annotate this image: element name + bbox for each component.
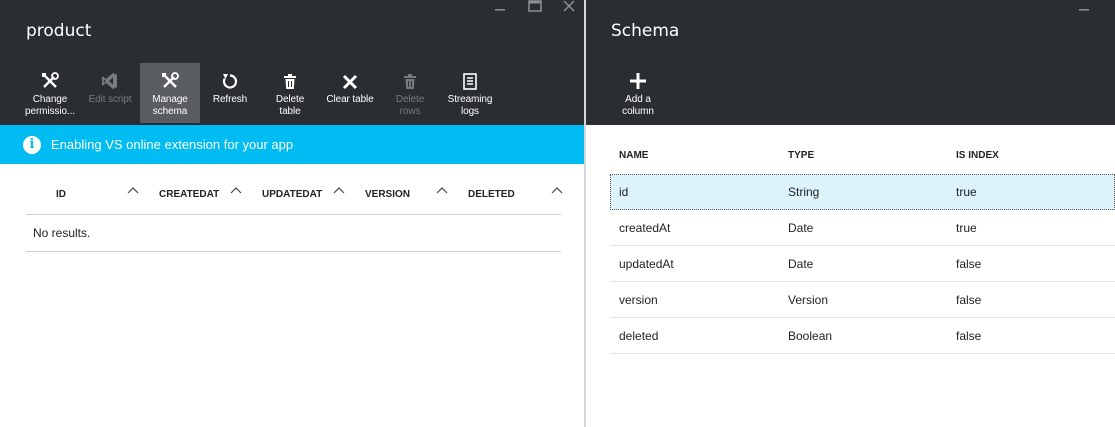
command-label: Delete (275, 94, 305, 105)
command-label: permissio... (25, 106, 75, 117)
cell-is-index: false (956, 329, 982, 343)
visual-studio-icon (98, 63, 122, 91)
table-row[interactable]: updatedAt Date false (610, 246, 1115, 282)
trash-icon (278, 63, 302, 91)
schema-table: NAME TYPE IS INDEX id String true create… (610, 137, 1115, 354)
data-grid: ID CREATEDAT UPDATEDAT VERSION DELETED N… (26, 176, 563, 252)
blade-title: product (26, 21, 92, 41)
info-icon: i (23, 135, 41, 154)
command-bar: Add a column (608, 63, 668, 123)
grid-header-row: ID CREATEDAT UPDATEDAT VERSION DELETED (26, 176, 563, 215)
column-header-label: VERSION (365, 189, 411, 200)
cell-type: String (788, 185, 820, 199)
empty-results-text: No results. (26, 215, 561, 252)
cell-name: version (619, 293, 658, 307)
tools-icon (38, 63, 62, 91)
column-header-deleted[interactable]: DELETED (438, 176, 563, 215)
column-header-createdat[interactable]: CREATEDAT (129, 176, 242, 215)
minimize-icon[interactable] (490, 0, 510, 16)
cell-name: id (619, 185, 629, 199)
command-label: Edit script (88, 94, 132, 105)
cell-type: Date (788, 221, 814, 235)
product-blade: product Changepermissio... Edit script (0, 0, 584, 427)
tools-icon (158, 63, 182, 91)
command-label: Refresh (212, 94, 248, 105)
minimize-icon[interactable] (1074, 0, 1094, 16)
x-icon (338, 63, 362, 91)
blade-header: Schema Add a column (586, 0, 1115, 125)
refresh-icon (218, 63, 242, 91)
streaming-logs-button[interactable]: Streaming logs (440, 63, 500, 123)
command-label: Add a (625, 94, 651, 105)
schema-blade: Schema Add a column NAME TYPE IS INDEX id… (586, 0, 1115, 427)
command-label: schema (152, 106, 188, 117)
delete-rows-button[interactable]: Delete rows (380, 63, 440, 123)
close-icon[interactable] (559, 0, 579, 16)
cell-name: createdAt (619, 221, 671, 235)
trash-icon (398, 63, 422, 91)
command-label: Delete (395, 94, 425, 105)
delete-table-button[interactable]: Delete table (260, 63, 320, 123)
cell-is-index: true (956, 221, 977, 235)
column-header-updatedat[interactable]: UPDATEDAT (232, 176, 345, 215)
blade-header: product Changepermissio... Edit script (0, 0, 584, 125)
column-header-label: ID (56, 189, 66, 200)
column-header-is-index: IS INDEX (956, 150, 999, 161)
command-label: column (622, 106, 654, 117)
table-row[interactable]: deleted Boolean false (610, 318, 1115, 354)
command-label: table (279, 106, 301, 117)
change-permissions-button[interactable]: Change permissio... (20, 63, 80, 123)
clear-table-button[interactable]: Clear table (320, 63, 380, 123)
command-label: Streaming (447, 94, 493, 105)
sort-chevron-icon[interactable] (549, 183, 565, 199)
command-label: Clear table (326, 94, 374, 105)
column-header-label: DELETED (468, 189, 515, 200)
command-bar: Change permissio... Edit script Manage sch… (20, 63, 500, 123)
table-row[interactable]: createdAt Date true (610, 210, 1115, 246)
maximize-icon[interactable] (525, 0, 545, 16)
log-icon (458, 63, 482, 91)
cell-type: Boolean (788, 329, 833, 343)
table-row[interactable]: id String true (610, 174, 1115, 210)
column-header-label: CREATEDAT (159, 189, 220, 200)
cell-name: updatedAt (619, 257, 674, 271)
table-row[interactable]: version Version false (610, 282, 1115, 318)
column-header-label: UPDATEDAT (262, 189, 323, 200)
command-label: logs (461, 106, 479, 117)
command-label: rows (399, 106, 421, 117)
manage-schema-button[interactable]: Manage schema (140, 63, 200, 123)
edit-script-button[interactable]: Edit script (80, 63, 140, 123)
column-header-name: NAME (619, 150, 649, 161)
cell-type: Date (788, 257, 814, 271)
cell-type: Version (788, 293, 829, 307)
refresh-button[interactable]: Refresh (200, 63, 260, 123)
column-header-version[interactable]: VERSION (335, 176, 448, 215)
cell-is-index: true (956, 185, 977, 199)
column-header-type: TYPE (788, 150, 815, 161)
add-column-button[interactable]: Add a column (608, 63, 668, 123)
column-header-id[interactable]: ID (26, 176, 139, 215)
plus-icon (626, 63, 650, 91)
notification-text: Enabling VS online extension for your ap… (51, 137, 294, 152)
schema-header-row: NAME TYPE IS INDEX (610, 137, 1115, 174)
command-label: Change (32, 94, 68, 105)
cell-is-index: false (956, 293, 982, 307)
cell-name: deleted (619, 329, 659, 343)
cell-is-index: false (956, 257, 982, 271)
notification-banner[interactable]: i Enabling VS online extension for your … (0, 125, 584, 164)
blade-title: Schema (611, 21, 680, 41)
command-label: Manage (152, 94, 188, 105)
